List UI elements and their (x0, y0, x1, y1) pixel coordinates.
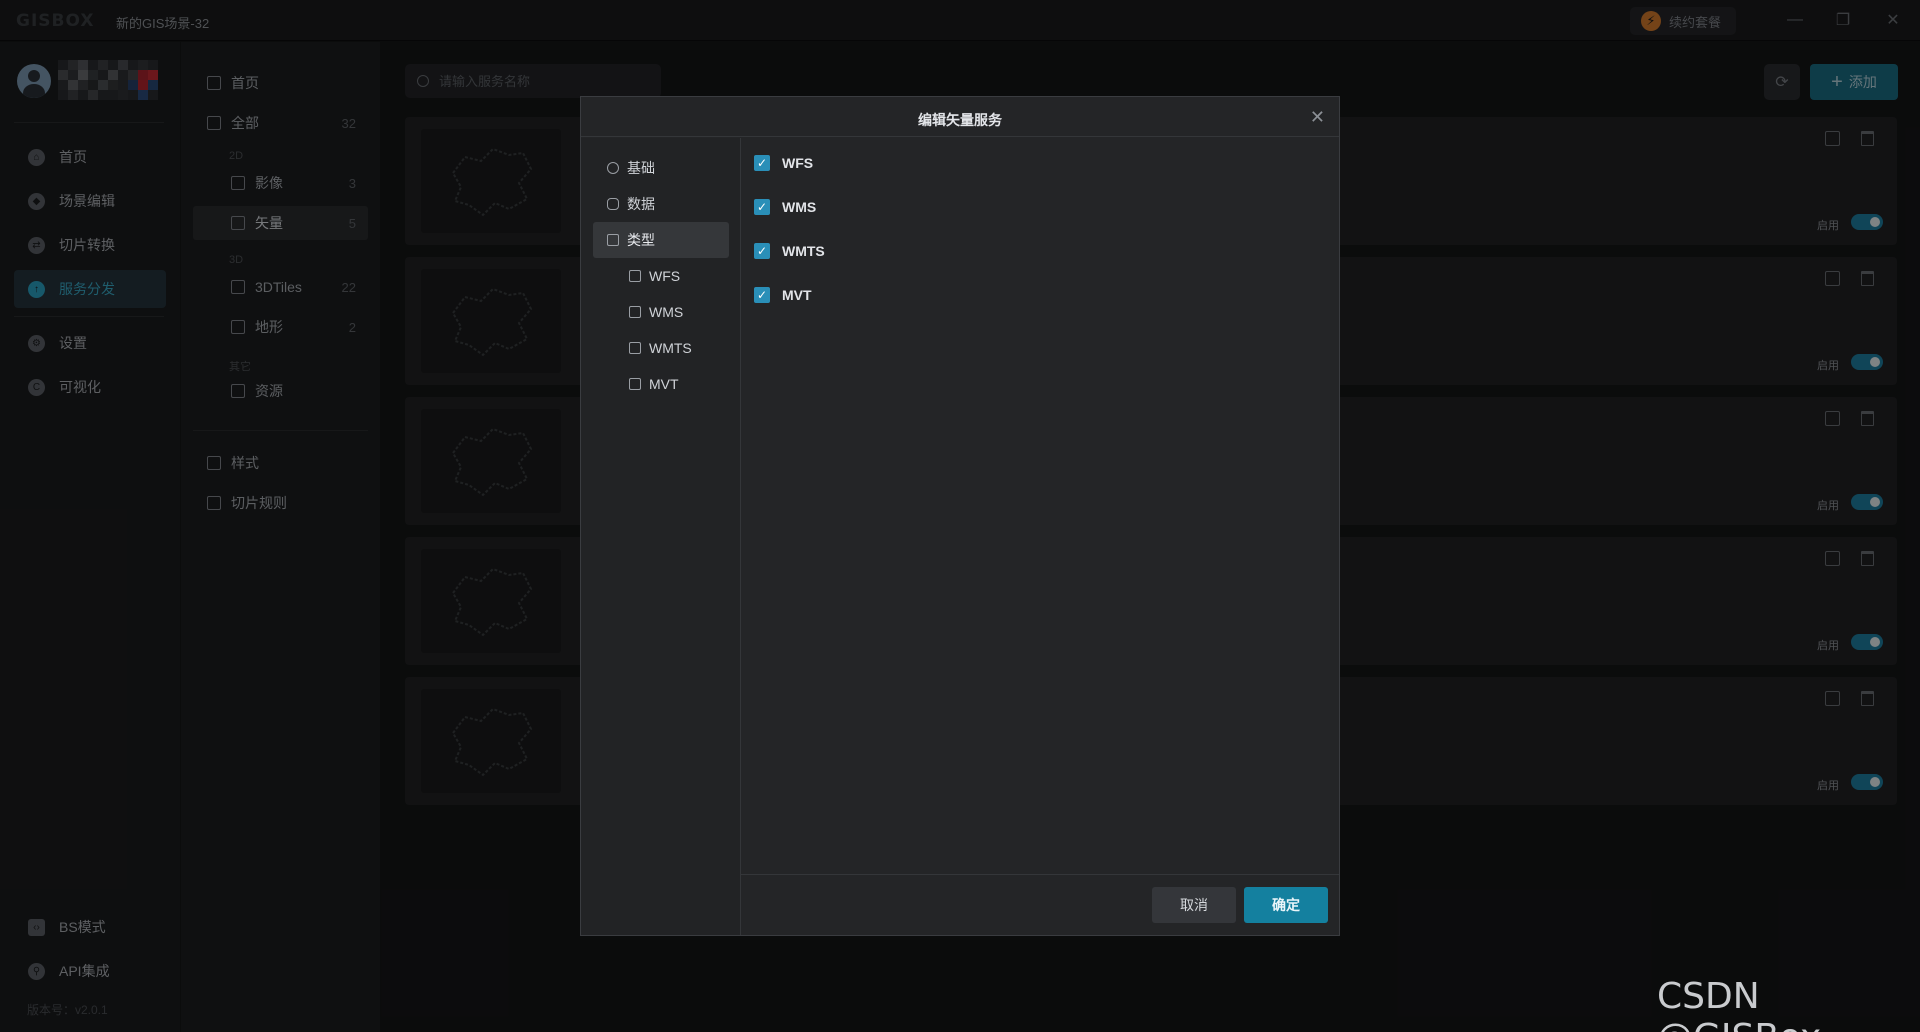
checkbox-wfs[interactable]: ✓ WFS (754, 152, 813, 174)
dialog-tab-mvt[interactable]: MVT (593, 366, 729, 402)
check-icon: ✓ (754, 287, 770, 303)
dialog-title: 编辑矢量服务 (918, 112, 1002, 128)
dialog-tab-label: MVT (649, 376, 679, 392)
type-icon (607, 234, 619, 246)
database-icon (607, 198, 619, 210)
close-icon[interactable]: ✕ (1310, 107, 1325, 128)
dialog-tab-type[interactable]: 类型 (593, 222, 729, 258)
checkbox-mvt[interactable]: ✓ MVT (754, 284, 812, 306)
checkbox-label: WFS (782, 155, 814, 171)
checkbox-label: WMTS (782, 243, 825, 259)
cancel-button[interactable]: 取消 (1152, 887, 1236, 923)
type-icon (629, 378, 641, 390)
dialog-tab-wms[interactable]: WMS (593, 294, 729, 330)
dialog-content: ✓ WFS ✓ WMS ✓ WMTS ✓ MVT (741, 138, 1339, 875)
checkbox-label: MVT (782, 287, 812, 303)
checkbox-label: WMS (782, 199, 817, 215)
check-icon: ✓ (754, 155, 770, 171)
dialog-sidebar: 基础 数据 类型 WFS WMS WMTS MVT (581, 138, 741, 935)
dialog-tab-wfs[interactable]: WFS (593, 258, 729, 294)
checkbox-wmts[interactable]: ✓ WMTS (754, 240, 825, 262)
checkbox-wms[interactable]: ✓ WMS (754, 196, 816, 218)
dialog-tab-wmts[interactable]: WMTS (593, 330, 729, 366)
type-icon (629, 270, 641, 282)
dialog-header: 编辑矢量服务 ✕ (581, 97, 1339, 137)
dialog-tab-basic[interactable]: 基础 (593, 150, 729, 186)
dialog-tab-data[interactable]: 数据 (593, 186, 729, 222)
check-icon: ✓ (754, 243, 770, 259)
dialog-tab-label: WMS (649, 304, 684, 320)
basic-icon (607, 162, 619, 174)
watermark: CSDN @GISBox (1657, 976, 1821, 1032)
confirm-button[interactable]: 确定 (1244, 887, 1328, 923)
dialog-tab-label: 类型 (627, 232, 655, 248)
dialog-tab-label: WFS (649, 268, 681, 284)
dialog-tab-label: 基础 (627, 160, 655, 176)
type-icon (629, 342, 641, 354)
dialog-tab-label: WMTS (649, 340, 692, 356)
dialog-tab-label: 数据 (627, 196, 655, 212)
check-icon: ✓ (754, 199, 770, 215)
type-icon (629, 306, 641, 318)
edit-vector-service-dialog: 编辑矢量服务 ✕ 基础 数据 类型 WFS WMS WMTS MVT ✓ WFS… (580, 96, 1340, 936)
